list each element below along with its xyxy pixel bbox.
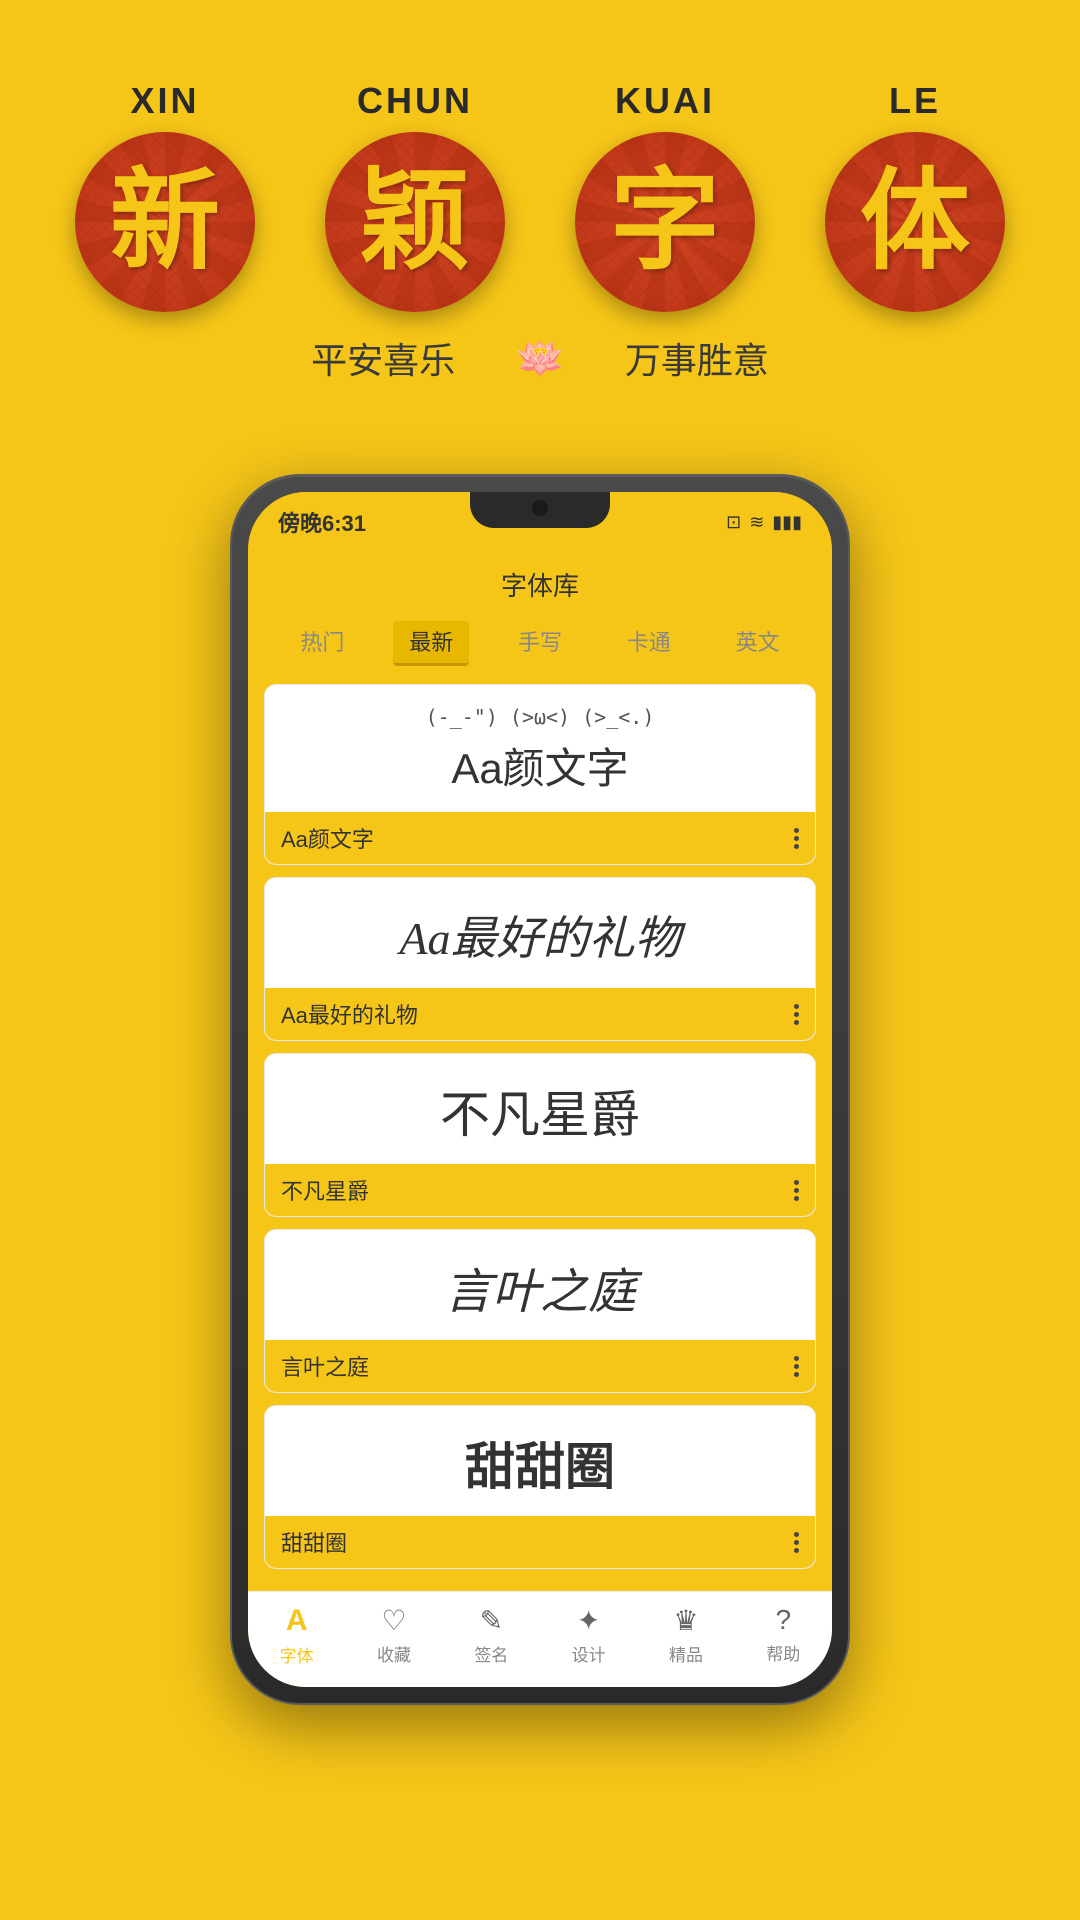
font-more-kotoba[interactable] bbox=[794, 1356, 799, 1377]
nav-design-icon: ✦ bbox=[577, 1604, 600, 1637]
font-name-star: 不凡星爵 bbox=[281, 1174, 369, 1206]
char-le-text: 体 bbox=[860, 167, 970, 277]
font-more-kaomoji[interactable] bbox=[794, 828, 799, 849]
nav-fonts-icon: A bbox=[286, 1604, 308, 1638]
tab-english[interactable]: 英文 bbox=[703, 609, 812, 674]
pinyin-kuai: KUAI bbox=[615, 80, 715, 122]
tab-hot[interactable]: 热门 bbox=[268, 609, 377, 674]
font-footer-star: 不凡星爵 bbox=[265, 1164, 815, 1216]
nav-signature[interactable]: ✎ 签名 bbox=[474, 1604, 508, 1667]
font-footer-kaomoji: Aa颜文字 bbox=[265, 812, 815, 864]
lotus-icon: 🪷 bbox=[515, 335, 565, 382]
status-icons: ⊡ ≋ ▮▮▮ bbox=[726, 512, 802, 533]
font-more-gift[interactable] bbox=[794, 1004, 799, 1025]
font-card-star[interactable]: 不凡星爵 不凡星爵 bbox=[264, 1053, 816, 1217]
battery-icon: ⊡ bbox=[726, 512, 741, 533]
font-preview-kaomoji: (-_-") (>ω<) (>_<.) Aa颜文字 bbox=[265, 685, 815, 812]
font-name-gift: Aa最好的礼物 bbox=[281, 998, 418, 1030]
tab-cartoon-label: 卡通 bbox=[615, 621, 683, 663]
font-preview-kotoba: 言叶之庭 bbox=[265, 1230, 815, 1340]
char-chun-text: 颖 bbox=[360, 167, 470, 277]
font-gift-text: Aa最好的礼物 bbox=[399, 902, 680, 968]
char-le: LE 体 bbox=[825, 80, 1005, 312]
char-kuai-text: 字 bbox=[610, 167, 720, 277]
app-title: 字体库 bbox=[501, 571, 579, 601]
font-kaomoji-text: Aa颜文字 bbox=[426, 735, 655, 796]
subtitle-right: 万事胜意 bbox=[625, 332, 769, 384]
tab-hot-label: 热门 bbox=[288, 621, 356, 663]
nav-fonts-label: 字体 bbox=[280, 1642, 314, 1667]
nav-signature-label: 签名 bbox=[474, 1641, 508, 1666]
font-preview-sweet: 甜甜圈 bbox=[265, 1406, 815, 1516]
phone-frame: 傍晚6:31 ⊡ ≋ ▮▮▮ 字体库 热门 最新 bbox=[230, 474, 850, 1705]
tab-cartoon[interactable]: 卡通 bbox=[594, 609, 703, 674]
font-footer-sweet: 甜甜圈 bbox=[265, 1516, 815, 1568]
font-card-sweet[interactable]: 甜甜圈 甜甜圈 bbox=[264, 1405, 816, 1569]
font-star-text: 不凡星爵 bbox=[440, 1075, 640, 1147]
char-xin: XIN 新 bbox=[75, 80, 255, 312]
pinyin-chun: CHUN bbox=[357, 80, 473, 122]
nav-help-icon: ? bbox=[776, 1604, 792, 1636]
subtitle-left: 平安喜乐 bbox=[311, 332, 455, 384]
circle-le: 体 bbox=[825, 132, 1005, 312]
tab-english-label: 英文 bbox=[724, 621, 792, 663]
bottom-nav: A 字体 ♡ 收藏 ✎ 签名 ✦ 设计 ♛ 精品 bbox=[248, 1591, 832, 1687]
font-card-kotoba[interactable]: 言叶之庭 言叶之庭 bbox=[264, 1229, 816, 1393]
nav-favorites[interactable]: ♡ 收藏 bbox=[377, 1604, 411, 1667]
font-list: (-_-") (>ω<) (>_<.) Aa颜文字 Aa颜文字 Aa最好 bbox=[248, 680, 832, 1591]
char-chun: CHUN 颖 bbox=[325, 80, 505, 312]
pinyin-le: LE bbox=[889, 80, 941, 122]
tab-latest[interactable]: 最新 bbox=[377, 609, 486, 674]
font-footer-kotoba: 言叶之庭 bbox=[265, 1340, 815, 1392]
signal-icon: ▮▮▮ bbox=[772, 512, 802, 533]
nav-design-label: 设计 bbox=[572, 1641, 606, 1666]
hero-section: XIN 新 CHUN 颖 KUAI 字 LE bbox=[0, 0, 1080, 424]
phone-container: 傍晚6:31 ⊡ ≋ ▮▮▮ 字体库 热门 最新 bbox=[0, 474, 1080, 1765]
font-kotoba-text: 言叶之庭 bbox=[444, 1252, 636, 1322]
phone-screen: 傍晚6:31 ⊡ ≋ ▮▮▮ 字体库 热门 最新 bbox=[248, 492, 832, 1687]
font-card-kaomoji[interactable]: (-_-") (>ω<) (>_<.) Aa颜文字 Aa颜文字 bbox=[264, 684, 816, 865]
nav-premium-label: 精品 bbox=[669, 1641, 703, 1666]
nav-favorites-icon: ♡ bbox=[381, 1604, 406, 1637]
subtitle-row: 平安喜乐 🪷 万事胜意 bbox=[40, 332, 1040, 384]
nav-signature-icon: ✎ bbox=[480, 1604, 503, 1637]
nav-fonts[interactable]: A 字体 bbox=[280, 1604, 314, 1667]
nav-premium[interactable]: ♛ 精品 bbox=[669, 1604, 703, 1667]
nav-favorites-label: 收藏 bbox=[377, 1641, 411, 1666]
circle-xin: 新 bbox=[75, 132, 255, 312]
font-card-gift[interactable]: Aa最好的礼物 Aa最好的礼物 bbox=[264, 877, 816, 1041]
nav-premium-icon: ♛ bbox=[673, 1604, 698, 1637]
status-time: 傍晚6:31 bbox=[278, 506, 366, 538]
tab-handwrite-label: 手写 bbox=[506, 621, 574, 663]
char-xin-text: 新 bbox=[110, 167, 220, 277]
app-header: 字体库 bbox=[248, 556, 832, 609]
tab-latest-label: 最新 bbox=[393, 621, 469, 666]
char-kuai: KUAI 字 bbox=[575, 80, 755, 312]
nav-design[interactable]: ✦ 设计 bbox=[572, 1604, 606, 1667]
nav-help-label: 帮助 bbox=[766, 1640, 800, 1665]
font-more-star[interactable] bbox=[794, 1180, 799, 1201]
font-sweet-text: 甜甜圈 bbox=[465, 1427, 615, 1499]
nav-help[interactable]: ? 帮助 bbox=[766, 1604, 800, 1667]
font-name-kaomoji: Aa颜文字 bbox=[281, 822, 374, 854]
font-name-kotoba: 言叶之庭 bbox=[281, 1350, 369, 1382]
font-more-sweet[interactable] bbox=[794, 1532, 799, 1553]
font-footer-gift: Aa最好的礼物 bbox=[265, 988, 815, 1040]
pinyin-xin: XIN bbox=[130, 80, 199, 122]
character-row: XIN 新 CHUN 颖 KUAI 字 LE bbox=[40, 80, 1040, 312]
tab-handwrite[interactable]: 手写 bbox=[486, 609, 595, 674]
font-preview-gift: Aa最好的礼物 bbox=[265, 878, 815, 988]
circle-chun: 颖 bbox=[325, 132, 505, 312]
phone-notch bbox=[470, 492, 610, 528]
tab-bar[interactable]: 热门 最新 手写 卡通 英文 bbox=[248, 609, 832, 674]
wifi-icon: ≋ bbox=[749, 512, 764, 533]
font-name-sweet: 甜甜圈 bbox=[281, 1526, 347, 1558]
circle-kuai: 字 bbox=[575, 132, 755, 312]
font-preview-star: 不凡星爵 bbox=[265, 1054, 815, 1164]
